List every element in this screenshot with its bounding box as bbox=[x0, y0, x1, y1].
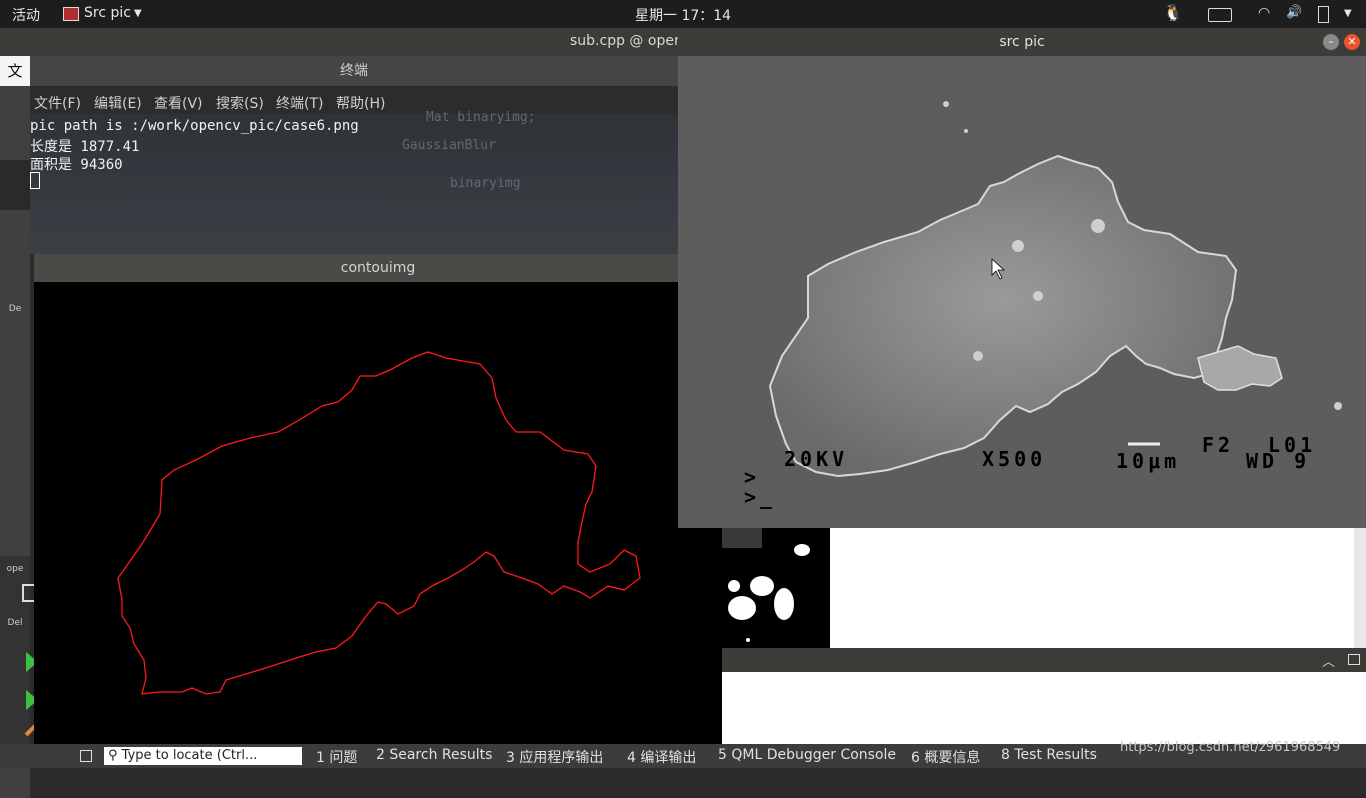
locator-placeholder: Type to locate (Ctrl... bbox=[121, 748, 258, 763]
build-config-label[interactable]: Del bbox=[0, 618, 30, 628]
wifi-icon[interactable]: ◠ bbox=[1258, 5, 1270, 21]
sem-f2-label: F2 bbox=[1202, 433, 1234, 457]
project-selector-label[interactable]: ope bbox=[0, 564, 30, 574]
qtcreator-title: sub.cpp @ oper bbox=[570, 33, 680, 49]
qtcreator-mode-sidebar: De ope Del bbox=[0, 86, 40, 798]
terminal-title: 终端 bbox=[30, 56, 678, 86]
edit-mode-button[interactable] bbox=[0, 160, 30, 210]
contour-window-title: contouimg bbox=[34, 254, 722, 282]
sem-image: 20KV X500 10μm F2 L01 WD 9 > >_ bbox=[678, 56, 1366, 528]
activities-button[interactable]: 活动 bbox=[12, 5, 40, 25]
ghost-code-line: Mat binaryimg; bbox=[426, 110, 536, 125]
input-method-icon[interactable]: 🐧 bbox=[1163, 3, 1183, 22]
src-pic-window-title: src pic bbox=[678, 28, 1366, 56]
sem-speck bbox=[943, 101, 949, 107]
src-pic-window[interactable]: src pic – ✕ 20KV X500 10μm F2 L01 WD 9 >… bbox=[678, 28, 1366, 528]
app-menu[interactable]: Src pic bbox=[84, 5, 131, 21]
keyboard-icon[interactable] bbox=[1208, 8, 1232, 22]
menu-file[interactable]: 文件(F) bbox=[34, 93, 81, 113]
clock[interactable]: 星期一 17：14 bbox=[635, 5, 731, 25]
tab-general-messages[interactable]: 6 概要信息 bbox=[911, 747, 980, 767]
menu-terminal[interactable]: 终端(T) bbox=[276, 93, 323, 113]
sem-prompt-line: >_ bbox=[744, 485, 776, 509]
sem-speck bbox=[1033, 291, 1043, 301]
volume-icon[interactable]: 🔊 bbox=[1286, 5, 1302, 20]
qtcreator-file-menu[interactable]: 文 bbox=[0, 56, 30, 86]
sem-wd-label: WD 9 bbox=[1246, 449, 1310, 473]
watermark: https://blog.csdn.net/z961968549 bbox=[1120, 740, 1341, 755]
output-pane-content[interactable] bbox=[722, 672, 1366, 744]
terminal-window: 终端 文件(F) 编辑(E) 查看(V) 搜索(S) 终端(T) 帮助(H) M… bbox=[30, 56, 678, 254]
gnome-top-bar: 活动 Src pic ▼ 星期一 17：14 🐧 ◠ 🔊 ▼ bbox=[0, 0, 1366, 28]
sidebar-toggle-icon[interactable] bbox=[80, 750, 92, 762]
tab-issues[interactable]: 1 问题 bbox=[316, 747, 357, 767]
tab-compile-output[interactable]: 4 编译输出 bbox=[627, 747, 696, 767]
menu-help[interactable]: 帮助(H) bbox=[336, 93, 385, 113]
menu-edit[interactable]: 编辑(E) bbox=[94, 93, 142, 113]
binary-blob bbox=[750, 576, 774, 596]
chevron-up-icon[interactable]: ︿ bbox=[1322, 651, 1335, 670]
menu-search[interactable]: 搜索(S) bbox=[216, 93, 264, 113]
sem-magnification-label: X500 bbox=[982, 447, 1046, 471]
tab-application-output[interactable]: 3 应用程序输出 bbox=[506, 747, 603, 767]
tab-qml-debugger[interactable]: 5 QML Debugger Console bbox=[718, 747, 896, 763]
contour-image-window[interactable]: contouimg bbox=[34, 254, 722, 754]
sem-scale-label: 10μm bbox=[1116, 449, 1180, 473]
terminal-line: pic path is :/work/opencv_pic/case6.png bbox=[30, 118, 359, 134]
chevron-down-icon[interactable]: ▼ bbox=[134, 8, 142, 19]
binary-blob bbox=[774, 588, 794, 620]
system-menu-chevron-icon[interactable]: ▼ bbox=[1344, 8, 1352, 19]
binary-blob bbox=[728, 580, 740, 592]
terminal-line: 面积是 94360 bbox=[30, 157, 123, 173]
minimize-icon[interactable]: – bbox=[1323, 34, 1339, 50]
ghost-code-line: binaryimg bbox=[450, 176, 521, 191]
contour-path bbox=[117, 351, 641, 695]
sem-speck bbox=[964, 129, 968, 133]
sem-kv-label: 20KV bbox=[784, 447, 848, 471]
search-icon: ⚲ bbox=[108, 748, 118, 763]
output-pane-top[interactable] bbox=[830, 528, 1366, 648]
sem-speck bbox=[1012, 240, 1024, 252]
debug-mode-label[interactable]: De bbox=[0, 304, 30, 314]
binary-blob bbox=[728, 596, 756, 620]
binary-window-titlebar-fragment bbox=[722, 528, 762, 548]
battery-icon[interactable] bbox=[1318, 6, 1329, 23]
menu-view[interactable]: 查看(V) bbox=[154, 93, 203, 113]
tab-test-results[interactable]: 8 Test Results bbox=[1001, 747, 1097, 763]
sem-speck bbox=[1091, 219, 1105, 233]
contour-canvas bbox=[117, 351, 641, 695]
terminal-line: 长度是 1877.41 bbox=[30, 139, 140, 155]
sem-speck bbox=[1334, 402, 1342, 410]
maximize-panel-icon[interactable] bbox=[1348, 654, 1360, 665]
binary-blob bbox=[794, 544, 810, 556]
terminal-menubar: 文件(F) 编辑(E) 查看(V) 搜索(S) 终端(T) 帮助(H) bbox=[30, 88, 678, 114]
binary-blob bbox=[746, 638, 750, 642]
close-icon[interactable]: ✕ bbox=[1344, 34, 1360, 50]
terminal-body[interactable]: Mat binaryimg; GaussianBlur binaryimg pi… bbox=[30, 110, 678, 254]
scrollbar[interactable] bbox=[1354, 528, 1366, 648]
terminal-cursor bbox=[30, 172, 40, 189]
sem-speck bbox=[973, 351, 983, 361]
ghost-code-line: GaussianBlur bbox=[402, 138, 496, 153]
tab-search-results[interactable]: 2 Search Results bbox=[376, 747, 492, 763]
app-icon bbox=[63, 7, 79, 21]
output-pane-toolbar: ︿ bbox=[722, 648, 1366, 672]
locator-input[interactable]: ⚲ Type to locate (Ctrl... bbox=[104, 747, 302, 765]
